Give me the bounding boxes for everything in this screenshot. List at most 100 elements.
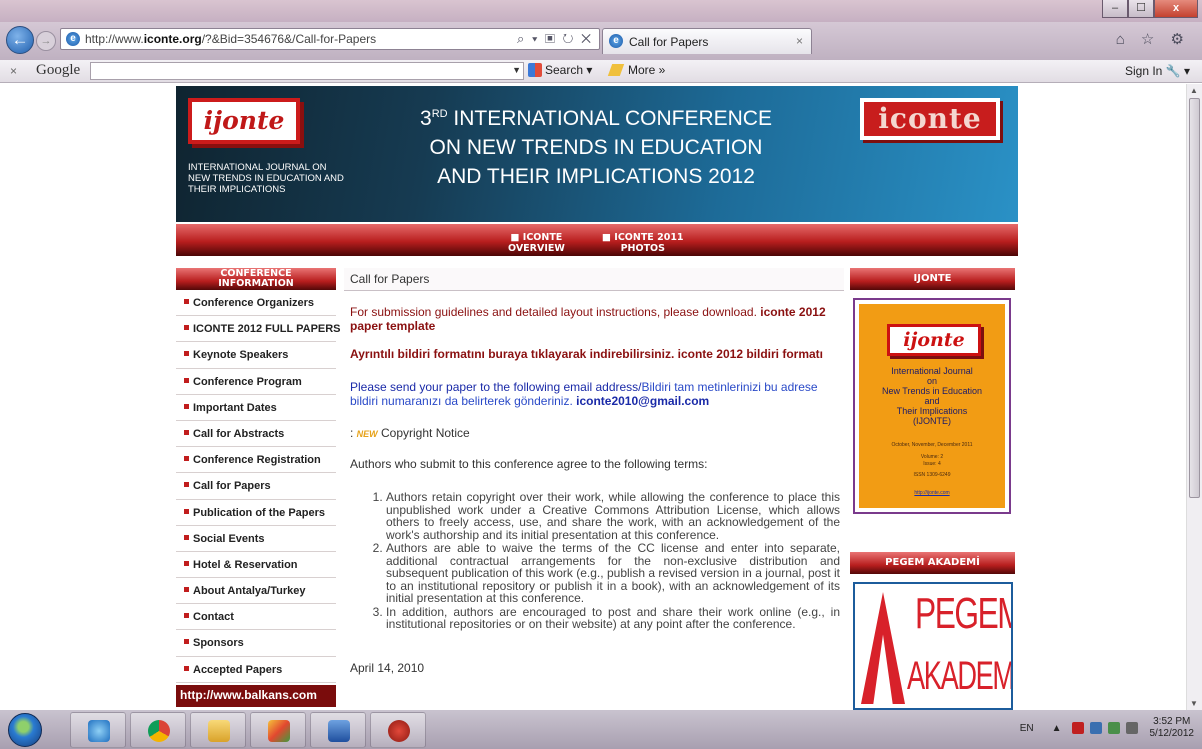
iconte-logo[interactable]: iconte — [860, 98, 1000, 140]
journal-cover-inner: ijonte International Journal on New Tren… — [859, 304, 1005, 508]
taskbar-file-explorer[interactable] — [190, 712, 246, 748]
title-line-3: AND THEIR IMPLICATIONS 2012 — [437, 165, 755, 188]
ijonte-journal-cover[interactable]: ijonte International Journal on New Tren… — [853, 298, 1011, 514]
pegem-heading: PEGEM AKADEMİ — [850, 552, 1015, 574]
title-line-2: ON NEW TRENDS IN EDUCATION — [429, 136, 763, 159]
sidebar-item-keynote-speakers[interactable]: Keynote Speakers — [176, 342, 336, 369]
address-tools[interactable]: ⌕ ▾ ▣ ↻ ✕ — [517, 31, 593, 47]
top-menu: ■ ICONTE OVERVIEW ■ ICONTE 2011 PHOTOS — [176, 224, 1018, 256]
toolbar-close-icon[interactable]: × — [10, 64, 17, 78]
bullet-icon — [184, 325, 189, 331]
guidelines-text: For submission guidelines and detailed l… — [350, 305, 761, 319]
journal-logo: ijonte — [887, 324, 981, 356]
sidebar-item-label: Contact — [193, 611, 234, 624]
sidebar-item-label: ICONTE 2012 FULL PAPERS — [193, 323, 341, 336]
back-button[interactable]: ← — [6, 26, 34, 54]
bullet-icon — [184, 587, 189, 593]
sidebar-item-about-antalya[interactable]: About Antalya/Turkey — [176, 578, 336, 605]
sidebar-item-publication-of-papers[interactable]: Publication of the Papers — [176, 500, 336, 526]
volume-icon[interactable] — [1125, 722, 1138, 734]
home-favorites-tools-icons[interactable]: ⌂ ☆ ⚙ — [1116, 30, 1190, 48]
copyright-notice[interactable]: : NEW Copyright Notice — [344, 426, 844, 441]
google-search-input[interactable]: ▼ — [90, 62, 524, 80]
submission-email-link[interactable]: iconte2010@gmail.com — [576, 394, 709, 408]
taskbar-paint[interactable] — [250, 712, 306, 748]
pegem-akademi-logo[interactable]: PEGEM AKADEMİ — [853, 582, 1013, 710]
tab-favicon-icon: e — [609, 34, 623, 48]
list-item: Authors retain copyright over their work… — [386, 491, 840, 541]
sidebar-item-full-papers[interactable]: ICONTE 2012 FULL PAPERS — [176, 316, 341, 343]
ijonte-subtitle: INTERNATIONAL JOURNAL ON NEW TRENDS IN E… — [188, 162, 344, 195]
ijonte-logo[interactable]: ijonte — [188, 98, 300, 144]
tab-close-icon[interactable]: × — [796, 34, 803, 48]
taskbar-internet-explorer[interactable] — [70, 712, 126, 748]
start-button[interactable] — [8, 713, 42, 747]
sidebar-item-social-events[interactable]: Social Events — [176, 526, 336, 552]
sidebar-item-call-for-papers[interactable]: Call for Papers — [176, 473, 336, 500]
bullet-icon — [184, 403, 189, 409]
sidebar-item-label: Conference Registration — [193, 454, 321, 467]
google-more-button[interactable]: More » — [607, 63, 665, 77]
google-logo: Google — [36, 62, 81, 78]
journal-title-line: and — [924, 396, 940, 406]
search-dropdown-icon[interactable]: ▼ — [512, 65, 521, 75]
journal-title-line: (IJONTE) — [913, 416, 951, 426]
network-icon[interactable] — [1107, 722, 1120, 734]
ie-favicon-icon: e — [66, 32, 80, 46]
address-url[interactable]: http://www.iconte.org/?&Bid=354676&/Call… — [85, 32, 376, 46]
paint-icon — [268, 720, 290, 742]
sidebar-item-sponsors[interactable]: Sponsors — [176, 630, 336, 657]
window-controls: – ☐ x — [1102, 0, 1198, 18]
journal-title-line: Their Implications — [896, 406, 968, 416]
device-icon[interactable] — [1089, 722, 1102, 734]
bullet-icon — [184, 639, 189, 645]
sidebar-item-hotel-reservation[interactable]: Hotel & Reservation — [176, 552, 336, 579]
scrollbar-thumb[interactable] — [1189, 98, 1200, 498]
menu-iconte-2011-photos[interactable]: ■ ICONTE 2011 PHOTOS — [602, 232, 684, 254]
copyright-label: Copyright Notice — [377, 426, 470, 440]
sidebar-item-label: Sponsors — [193, 637, 244, 650]
clock-date: 5/12/2012 — [1149, 728, 1195, 739]
sidebar-item-important-dates[interactable]: Important Dates — [176, 395, 336, 421]
maximize-button[interactable]: ☐ — [1128, 0, 1154, 18]
sidebar-item-conference-organizers[interactable]: Conference Organizers — [176, 290, 336, 317]
close-window-button[interactable]: x — [1154, 0, 1198, 18]
bullet-icon — [184, 534, 189, 540]
menu-item-line: ■ ICONTE 2011 — [602, 232, 684, 243]
sidebar-item-label: Publication of the Papers — [193, 506, 326, 519]
tab-call-for-papers[interactable]: e Call for Papers × — [602, 28, 812, 54]
clock[interactable]: 3:52 PM 5/12/2012 — [1150, 716, 1195, 740]
taskbar-app[interactable] — [370, 712, 426, 748]
pegem-logo-text: PEGEM — [915, 589, 1013, 638]
sidebar-item-label: Conference Program — [193, 375, 302, 388]
sidebar-item-conference-program[interactable]: Conference Program — [176, 369, 336, 395]
google-search-button[interactable]: Search ▾ — [528, 63, 592, 77]
sidebar-item-conference-registration[interactable]: Conference Registration — [176, 447, 336, 474]
email-instructions: Please send your paper to the following … — [344, 380, 844, 408]
taskbar-word[interactable] — [310, 712, 366, 748]
action-center-icon[interactable] — [1071, 722, 1084, 734]
minimize-button[interactable]: – — [1102, 0, 1128, 18]
scroll-up-icon[interactable]: ▲ — [1190, 86, 1198, 95]
journal-url[interactable]: http://ijonte.com — [859, 490, 1005, 496]
clock-time: 3:52 PM — [1153, 716, 1191, 727]
sidebar-item-label: About Antalya/Turkey — [193, 585, 306, 598]
sidebar-item-label: Accepted Papers — [193, 663, 283, 676]
taskbar-chrome[interactable] — [130, 712, 186, 748]
vertical-scrollbar[interactable]: ▲ ▼ — [1186, 84, 1202, 710]
sidebar-item-accepted-papers[interactable]: Accepted Papers — [176, 657, 336, 683]
sidebar-item-contact[interactable]: Contact — [176, 604, 336, 631]
word-icon — [328, 720, 350, 742]
show-hidden-icons-icon[interactable]: ▲ — [1052, 723, 1062, 734]
bullet-icon — [184, 429, 189, 435]
scroll-down-icon[interactable]: ▼ — [1190, 699, 1198, 708]
forward-button[interactable]: → — [36, 31, 56, 51]
turkish-template-link[interactable]: Ayrıntılı bildiri formatını buraya tıkla… — [344, 347, 844, 361]
sign-in-button[interactable]: Sign In 🔧 ▾ — [1125, 64, 1190, 78]
url-path: /?&Bid=354676&/Call-for-Papers — [201, 32, 377, 46]
menu-iconte-overview[interactable]: ■ ICONTE OVERVIEW — [508, 232, 565, 254]
sidebar-item-call-for-abstracts[interactable]: Call for Abstracts — [176, 421, 336, 448]
language-indicator[interactable]: EN — [1020, 723, 1034, 734]
balkans-link[interactable]: http://www.balkans.com — [176, 684, 336, 707]
address-bar[interactable]: e http://www.iconte.org/?&Bid=354676&/Ca… — [60, 28, 600, 50]
